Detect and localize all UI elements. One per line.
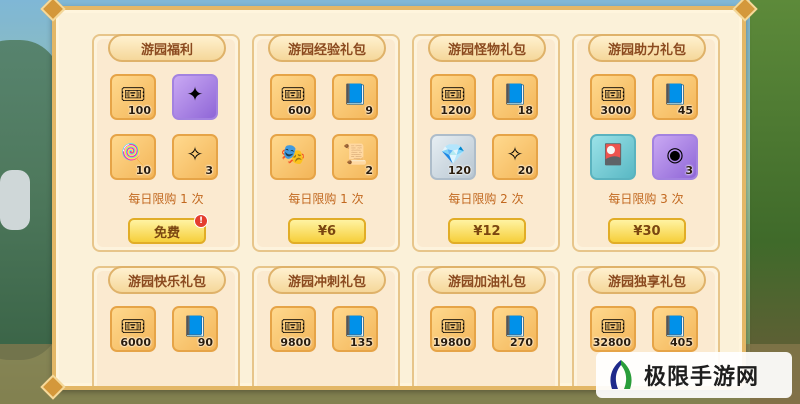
- ticket-icon[interactable]: 🎟 3000: [590, 74, 636, 120]
- mask-icon[interactable]: 🎭: [270, 134, 316, 180]
- pack-title: 游园福利: [108, 34, 226, 62]
- book-icon[interactable]: 📘 270: [492, 306, 538, 352]
- buy-button[interactable]: 免费!: [128, 214, 208, 244]
- book-icon[interactable]: 📘 18: [492, 74, 538, 120]
- book-icon[interactable]: 📘 405: [652, 306, 698, 352]
- ticket-icon[interactable]: 🎟 32800: [590, 306, 636, 352]
- ticket-icon[interactable]: 🎟 19800: [430, 306, 476, 352]
- crystal-icon[interactable]: 💎 120: [430, 134, 476, 180]
- purchase-limit: 每日限购 1 次: [288, 192, 364, 206]
- pack-title: 游园怪物礼包: [428, 34, 546, 62]
- notification-badge: !: [194, 214, 208, 228]
- pack-card: 游园助力礼包 🎟 3000 📘 45 🎴 ◉ 3 每日限购 3 次 ¥30: [572, 34, 720, 252]
- pack-title: 游园经验礼包: [268, 34, 386, 62]
- purchase-limit: 每日限购 2 次: [448, 192, 524, 206]
- book-icon[interactable]: 📘 45: [652, 74, 698, 120]
- buy-button[interactable]: ¥30: [608, 218, 686, 244]
- watermark-text: 极限手游网: [644, 364, 760, 390]
- buy-button[interactable]: ¥12: [448, 218, 526, 244]
- eye-orb-icon[interactable]: ◉ 3: [652, 134, 698, 180]
- pack-card: 游园怪物礼包 🎟 1200 📘 18 💎 120 ✧ 20 每日限购 2 次 ¥12: [412, 34, 560, 252]
- background-rock: [0, 170, 30, 230]
- gift-pack-panel: 游园福利 🎟 100 ✦ 🍭 10 ✧ 3 每日限购 1 次 免费! 游园经验礼包 🎟…: [52, 6, 746, 390]
- card-icon[interactable]: 🎴: [590, 134, 636, 180]
- book-icon[interactable]: 📘 9: [332, 74, 378, 120]
- pack-title: 游园快乐礼包: [108, 266, 226, 294]
- lollipop-icon[interactable]: 🍭 10: [110, 134, 156, 180]
- buy-button[interactable]: ¥6: [288, 218, 366, 244]
- purchase-limit: 每日限购 3 次: [608, 192, 684, 206]
- ticket-icon[interactable]: 🎟 100: [110, 74, 156, 120]
- pack-card: 游园快乐礼包 🎟 6000 📘 90: [92, 266, 240, 386]
- book-icon[interactable]: 📘 135: [332, 306, 378, 352]
- gem-icon[interactable]: ✧ 3: [172, 134, 218, 180]
- pack-card: 游园福利 🎟 100 ✦ 🍭 10 ✧ 3 每日限购 1 次 免费!: [92, 34, 240, 252]
- pack-card: 游园冲刺礼包 🎟 9800 📘 135: [252, 266, 400, 386]
- site-logo-icon: [610, 360, 632, 389]
- pack-card: 游园经验礼包 🎟 600 📘 9 🎭 📜 2 每日限购 1 次 ¥6: [252, 34, 400, 252]
- purchase-limit: 每日限购 1 次: [128, 192, 204, 206]
- pack-title: 游园助力礼包: [588, 34, 706, 62]
- pack-card: 游园加油礼包 🎟 19800 📘 270: [412, 266, 560, 386]
- gem-icon[interactable]: ✧ 20: [492, 134, 538, 180]
- purple-crystal-icon[interactable]: ✦: [172, 74, 218, 120]
- ticket-icon[interactable]: 🎟 600: [270, 74, 316, 120]
- site-watermark: 极限手游网: [596, 352, 792, 398]
- pack-title: 游园加油礼包: [428, 266, 546, 294]
- scroll-icon[interactable]: 📜 2: [332, 134, 378, 180]
- ticket-icon[interactable]: 🎟 1200: [430, 74, 476, 120]
- pack-title: 游园冲刺礼包: [268, 266, 386, 294]
- ticket-icon[interactable]: 🎟 6000: [110, 306, 156, 352]
- pack-title: 游园独享礼包: [588, 266, 706, 294]
- ticket-icon[interactable]: 🎟 9800: [270, 306, 316, 352]
- book-icon[interactable]: 📘 90: [172, 306, 218, 352]
